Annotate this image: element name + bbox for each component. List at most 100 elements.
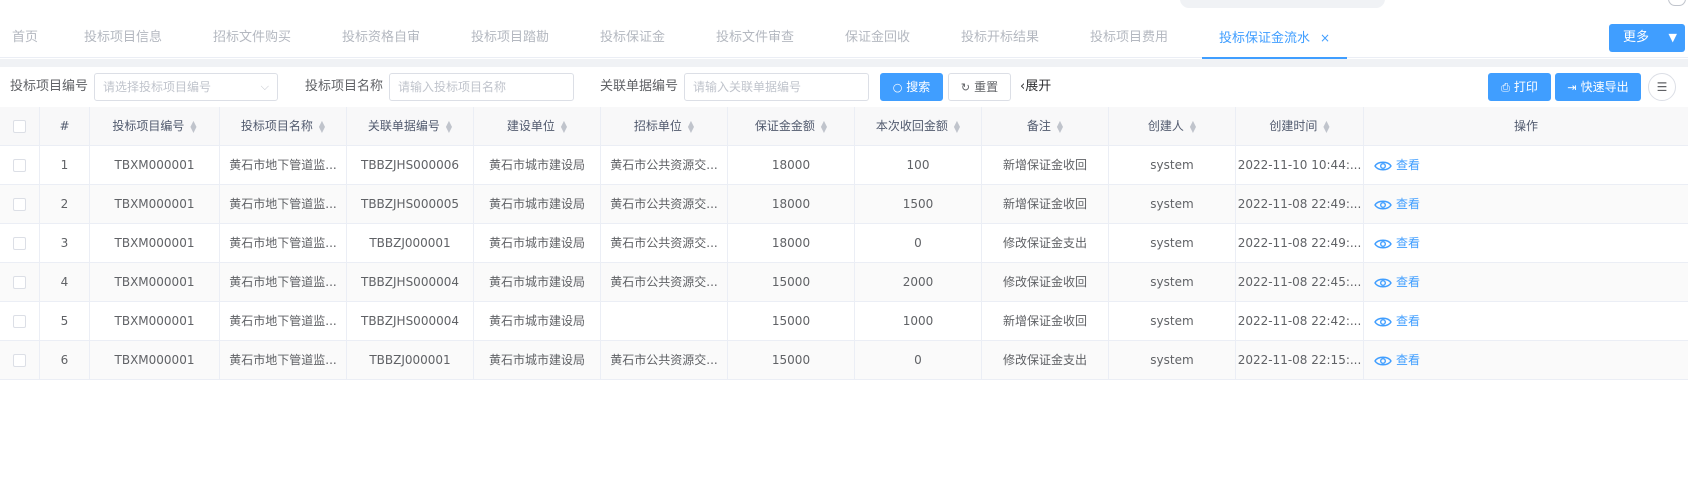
cell-recovered: 0 xyxy=(855,224,982,263)
header-creator[interactable]: 创建人 ▲ ▼ xyxy=(1109,107,1236,146)
cell-created-at: 2022-11-08 22:45:... xyxy=(1236,263,1364,302)
cell-recovered: 1500 xyxy=(855,185,982,224)
cell-tenderer: 黄石市公共资源交... xyxy=(601,224,728,263)
tab-bar: 首页 投标项目信息 招标文件购买 投标资格自审 投标项目踏勘 投标保证金 投标文… xyxy=(0,18,1688,59)
column-settings-button[interactable]: ☰ xyxy=(1648,73,1676,101)
cell-creator: system xyxy=(1109,263,1236,302)
row-checkbox[interactable] xyxy=(13,276,26,289)
sort-icon[interactable]: ▲ ▼ xyxy=(821,119,827,133)
select-all-checkbox[interactable] xyxy=(13,120,26,133)
cell-created-at: 2022-11-08 22:49:... xyxy=(1236,224,1364,263)
cell-created-at: 2022-11-10 10:44:... xyxy=(1236,146,1364,185)
cell-doc-no: TBBZJHS000005 xyxy=(347,185,474,224)
cell-project-name: 黄石市地下管道监... xyxy=(220,146,347,185)
tab-project-fees[interactable]: 投标项目费用 xyxy=(1090,18,1168,58)
tab-deposit-recovery[interactable]: 保证金回收 xyxy=(845,18,910,58)
header-created-at[interactable]: 创建时间 ▲ ▼ xyxy=(1236,107,1364,146)
row-checkbox[interactable] xyxy=(13,159,26,172)
row-select-cell xyxy=(0,302,40,341)
row-checkbox[interactable] xyxy=(13,315,26,328)
print-button[interactable]: ⎙ 打印 xyxy=(1488,73,1551,101)
more-button[interactable]: 更多 ▼ xyxy=(1609,24,1685,52)
avatar-corner-icon[interactable] xyxy=(1668,0,1686,6)
header-builder[interactable]: 建设单位 ▲ ▼ xyxy=(474,107,601,146)
cell-builder: 黄石市城市建设局 xyxy=(474,185,601,224)
view-link[interactable]: 查看 xyxy=(1364,146,1688,185)
view-link[interactable]: 查看 xyxy=(1364,224,1688,263)
quick-export-button[interactable]: ⇥ 快速导出 xyxy=(1555,73,1641,101)
reset-button[interactable]: ↻ 重置 xyxy=(948,73,1011,101)
cell-builder: 黄石市城市建设局 xyxy=(474,341,601,380)
cell-project-name: 黄石市地下管道监... xyxy=(220,341,347,380)
tab-bid-deposit[interactable]: 投标保证金 xyxy=(600,18,665,58)
project-name-input[interactable]: 请输入投标项目名称 xyxy=(389,73,574,101)
view-label: 查看 xyxy=(1396,158,1421,172)
row-checkbox[interactable] xyxy=(13,354,26,367)
view-label: 查看 xyxy=(1396,275,1421,289)
cell-builder: 黄石市城市建设局 xyxy=(474,224,601,263)
search-button[interactable]: ○ 搜索 xyxy=(880,73,943,101)
view-label: 查看 xyxy=(1396,236,1421,250)
tab-bid-opening-result[interactable]: 投标开标结果 xyxy=(961,18,1039,58)
view-link[interactable]: 查看 xyxy=(1364,302,1688,341)
deposit-flow-table: # 投标项目编号 ▲ ▼ 投标项目名称 ▲ ▼ 关联单据编号 ▲ ▼ 建设单位 ▲ ▼ 招标单位… xyxy=(0,107,1688,419)
tab-deposit-flow[interactable]: 投标保证金流水 × xyxy=(1201,18,1348,59)
cell-remark: 新增保证金收回 xyxy=(982,185,1109,224)
sort-icon[interactable]: ▲ ▼ xyxy=(446,119,452,133)
view-link[interactable]: 查看 xyxy=(1364,341,1688,380)
cell-creator: system xyxy=(1109,146,1236,185)
close-icon[interactable]: × xyxy=(1320,31,1330,45)
select-all-cell xyxy=(0,107,40,146)
sort-icon[interactable]: ▲ ▼ xyxy=(1190,119,1196,133)
cell-project-code: TBXM000001 xyxy=(90,263,220,302)
view-link[interactable]: 查看 xyxy=(1364,263,1688,302)
tab-home[interactable]: 首页 xyxy=(12,18,38,58)
table-row: 4 TBXM000001 黄石市地下管道监... TBBZJHS000004 黄… xyxy=(0,263,1688,302)
header-remark[interactable]: 备注 ▲ ▼ xyxy=(982,107,1109,146)
cell-deposit: 18000 xyxy=(728,185,855,224)
cell-recovered: 1000 xyxy=(855,302,982,341)
tab-bid-doc-review[interactable]: 投标文件审查 xyxy=(716,18,794,58)
doc-no-input[interactable]: 请输入关联单据编号 xyxy=(684,73,869,101)
filter-bar: 投标项目编号 请选择投标项目编号 ⌵ 投标项目名称 请输入投标项目名称 关联单据编… xyxy=(0,67,1688,107)
table-row: 3 TBXM000001 黄石市地下管道监... TBBZJ000001 黄石市… xyxy=(0,224,1688,263)
header-recovered[interactable]: 本次收回金额 ▲ ▼ xyxy=(855,107,982,146)
cell-index: 3 xyxy=(40,224,90,263)
header-tenderer[interactable]: 招标单位 ▲ ▼ xyxy=(601,107,728,146)
cell-index: 5 xyxy=(40,302,90,341)
tab-qualification-review[interactable]: 投标资格自审 xyxy=(342,18,420,58)
row-select-cell xyxy=(0,263,40,302)
sort-icon[interactable]: ▲ ▼ xyxy=(190,119,196,133)
cell-project-name: 黄石市地下管道监... xyxy=(220,263,347,302)
view-label: 查看 xyxy=(1396,197,1421,211)
eye-icon xyxy=(1374,239,1392,248)
row-checkbox[interactable] xyxy=(13,198,26,211)
chevron-down-icon: ▼ xyxy=(1668,31,1677,44)
cell-builder: 黄石市城市建设局 xyxy=(474,263,601,302)
cell-recovered: 0 xyxy=(855,341,982,380)
project-code-select[interactable]: 请选择投标项目编号 ⌵ xyxy=(94,73,278,101)
cell-created-at: 2022-11-08 22:49:... xyxy=(1236,185,1364,224)
cell-index: 6 xyxy=(40,341,90,380)
sort-icon[interactable]: ▲ ▼ xyxy=(1323,119,1329,133)
sort-icon[interactable]: ▲ ▼ xyxy=(688,119,694,133)
tab-site-survey[interactable]: 投标项目踏勘 xyxy=(471,18,549,58)
sort-icon[interactable]: ▲ ▼ xyxy=(319,119,325,133)
header-project-name[interactable]: 投标项目名称 ▲ ▼ xyxy=(220,107,347,146)
header-project-code[interactable]: 投标项目编号 ▲ ▼ xyxy=(90,107,220,146)
sort-icon[interactable]: ▲ ▼ xyxy=(954,119,960,133)
sort-icon[interactable]: ▲ ▼ xyxy=(1057,119,1063,133)
header-actions: 操作 xyxy=(1513,119,1538,133)
cell-remark: 新增保证金收回 xyxy=(982,302,1109,341)
row-checkbox[interactable] xyxy=(13,237,26,250)
top-search-pill[interactable] xyxy=(1180,0,1385,8)
header-deposit[interactable]: 保证金金额 ▲ ▼ xyxy=(728,107,855,146)
section-gap xyxy=(0,59,1688,67)
view-link[interactable]: 查看 xyxy=(1364,185,1688,224)
header-doc-no[interactable]: 关联单据编号 ▲ ▼ xyxy=(347,107,474,146)
expand-toggle[interactable]: ‹展开 xyxy=(1020,67,1051,107)
sort-icon[interactable]: ▲ ▼ xyxy=(561,119,567,133)
search-icon: ○ xyxy=(892,81,903,94)
tab-tender-doc-purchase[interactable]: 招标文件购买 xyxy=(213,18,291,58)
tab-project-info[interactable]: 投标项目信息 xyxy=(84,18,162,58)
